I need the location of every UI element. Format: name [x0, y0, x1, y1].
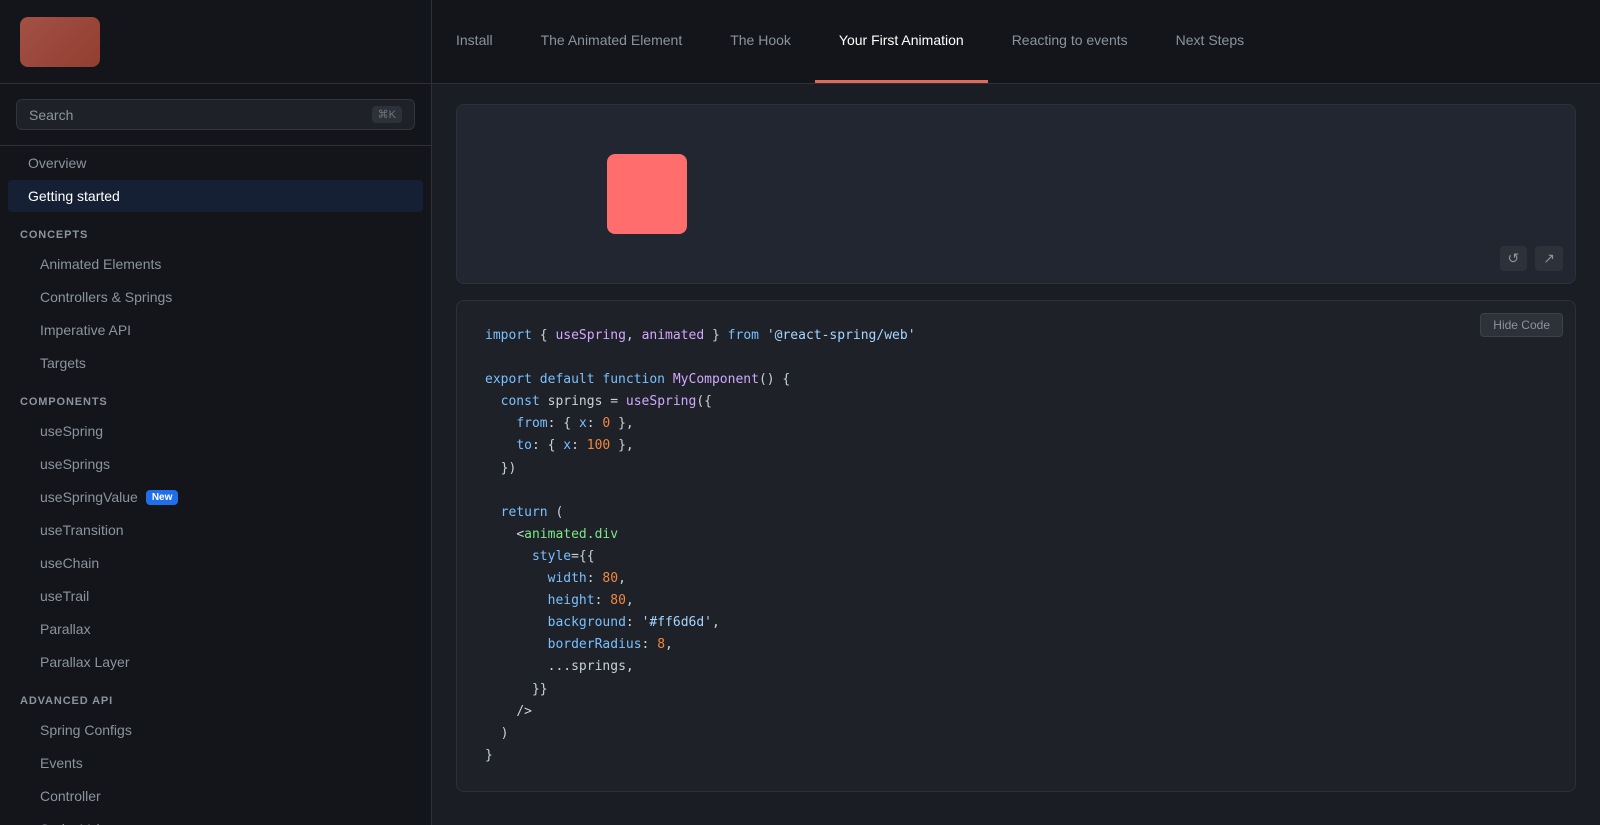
- code-block: Hide Code import { useSpring, animated }…: [456, 300, 1576, 792]
- preview-area: ↺ ↗: [456, 104, 1576, 284]
- code-content: import { useSpring, animated } from '@re…: [485, 325, 1547, 767]
- search-shortcut: ⌘K: [372, 106, 402, 123]
- sidebar-item-getting-started[interactable]: Getting started: [8, 180, 423, 212]
- sidebar-item-overview[interactable]: Overview: [8, 147, 423, 179]
- refresh-button[interactable]: ↺: [1500, 246, 1528, 271]
- sidebar-item-usechain[interactable]: useChain: [8, 547, 423, 579]
- sidebar-item-events[interactable]: Events: [8, 747, 423, 779]
- tab-next-steps[interactable]: Next Steps: [1152, 0, 1268, 83]
- nav-tabs: Install The Animated Element The Hook Yo…: [432, 0, 1600, 83]
- sidebar-item-controller[interactable]: Controller: [8, 780, 423, 812]
- animated-box: [607, 154, 687, 234]
- code-header: Hide Code: [1480, 313, 1563, 337]
- new-badge: New: [146, 490, 179, 505]
- sidebar-item-usespringvalue[interactable]: useSpringValue New: [8, 481, 423, 513]
- preview-toolbar: ↺ ↗: [1500, 246, 1563, 271]
- sidebar-item-usetrail[interactable]: useTrail: [8, 580, 423, 612]
- sidebar-item-parallax-layer[interactable]: Parallax Layer: [8, 646, 423, 678]
- tab-animated-element[interactable]: The Animated Element: [517, 0, 707, 83]
- tab-install[interactable]: Install: [432, 0, 517, 83]
- sidebar-item-springvalue[interactable]: SpringValue: [8, 813, 423, 825]
- logo-shape: [20, 17, 100, 67]
- search-placeholder: Search: [29, 107, 73, 123]
- sidebar-section-concepts: Concepts: [0, 213, 431, 247]
- sidebar-item-label-usespringvalue: useSpringValue: [40, 489, 138, 505]
- tab-first-animation[interactable]: Your First Animation: [815, 0, 988, 83]
- search-bar: Search ⌘K: [0, 84, 431, 146]
- tab-reacting-to-events[interactable]: Reacting to events: [988, 0, 1152, 83]
- sidebar-item-usetransition[interactable]: useTransition: [8, 514, 423, 546]
- content-area: ↺ ↗ Hide Code import { useSpring, animat…: [432, 84, 1600, 825]
- sidebar-item-usesprings[interactable]: useSprings: [8, 448, 423, 480]
- search-input[interactable]: Search ⌘K: [16, 99, 415, 130]
- sidebar-item-parallax[interactable]: Parallax: [8, 613, 423, 645]
- sidebar-item-imperative-api[interactable]: Imperative API: [8, 314, 423, 346]
- external-button[interactable]: ↗: [1535, 246, 1563, 271]
- logo-area: [0, 0, 432, 83]
- sidebar-item-controllers-springs[interactable]: Controllers & Springs: [8, 281, 423, 313]
- sidebar-section-components: Components: [0, 380, 431, 414]
- tab-hook[interactable]: The Hook: [706, 0, 815, 83]
- hide-code-button[interactable]: Hide Code: [1480, 313, 1563, 337]
- main-layout: Search ⌘K Overview Getting started Conce…: [0, 84, 1600, 825]
- sidebar-item-usespring[interactable]: useSpring: [8, 415, 423, 447]
- sidebar: Search ⌘K Overview Getting started Conce…: [0, 84, 432, 825]
- top-nav: Install The Animated Element The Hook Yo…: [0, 0, 1600, 84]
- sidebar-section-advanced: Advanced API: [0, 679, 431, 713]
- footer-text: And there we have it! Your first animate…: [432, 808, 1600, 825]
- sidebar-item-spring-configs[interactable]: Spring Configs: [8, 714, 423, 746]
- sidebar-item-targets[interactable]: Targets: [8, 347, 423, 379]
- sidebar-item-animated-elements[interactable]: Animated Elements: [8, 248, 423, 280]
